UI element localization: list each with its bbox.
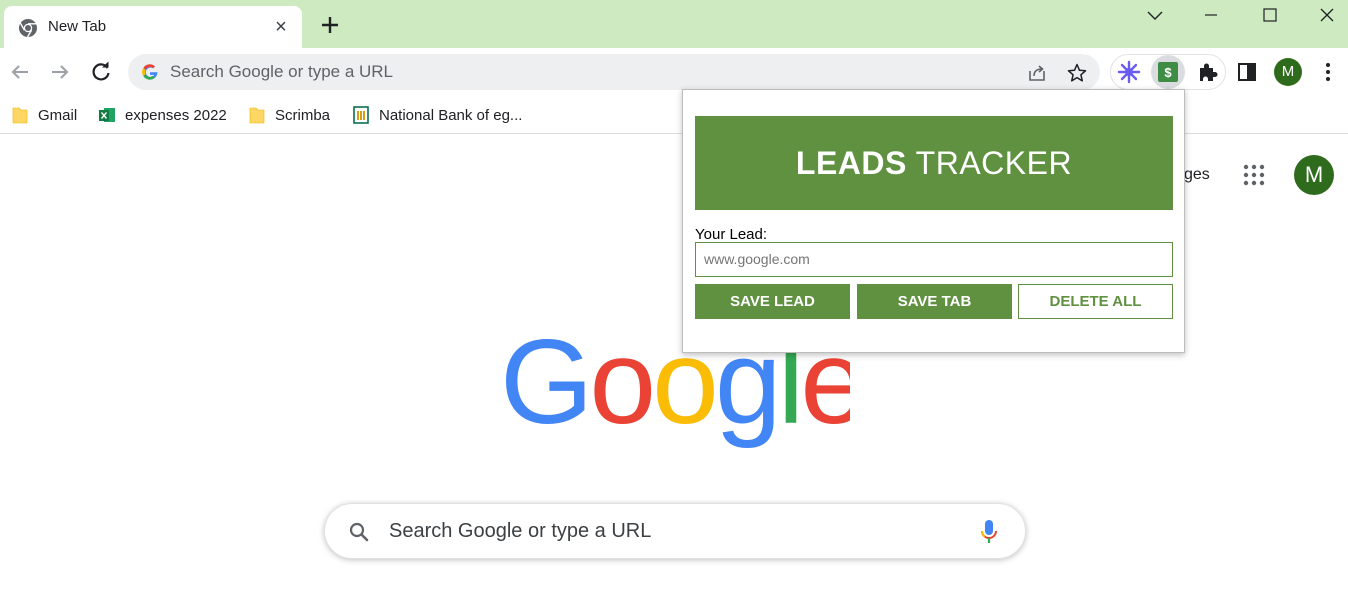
lead-input-label: Your Lead: — [695, 226, 768, 243]
save-lead-button[interactable]: SAVE LEAD — [695, 284, 850, 319]
search-placeholder: Search Google or type a URL — [389, 520, 652, 542]
folder-icon — [12, 107, 28, 124]
google-g-icon — [142, 64, 158, 80]
side-panel-icon[interactable] — [1234, 59, 1260, 85]
google-apps-icon[interactable] — [1242, 163, 1266, 187]
leads-tracker-popup: LEADS TRACKER Your Lead: www.google.com … — [682, 89, 1185, 353]
bookmark-label: Gmail — [38, 106, 78, 124]
snowflake-extension-icon[interactable] — [1116, 59, 1142, 85]
chrome-icon — [19, 19, 37, 38]
lead-input[interactable]: www.google.com — [695, 242, 1173, 277]
popup-title-bold: LEADS — [795, 145, 907, 181]
bank-icon — [353, 106, 369, 124]
reload-icon[interactable] — [87, 58, 115, 86]
folder-icon — [249, 107, 265, 124]
tab-strip: New Tab × — [0, 0, 1348, 48]
save-tab-button[interactable]: SAVE TAB — [857, 284, 1012, 319]
bookmark-label: expenses 2022 — [125, 106, 227, 124]
tab-title: New Tab — [48, 18, 107, 35]
google-account-avatar[interactable]: M — [1294, 155, 1334, 195]
leads-tracker-dollar-icon: $ — [1158, 62, 1178, 82]
close-window-icon[interactable] — [1312, 4, 1342, 28]
microphone-icon[interactable] — [977, 518, 1001, 546]
extensions-puzzle-icon[interactable] — [1195, 59, 1221, 85]
excel-icon — [99, 108, 115, 122]
address-bar-placeholder: Search Google or type a URL — [170, 62, 394, 81]
tab-new-tab[interactable]: New Tab × — [4, 6, 302, 48]
tab-search-chevron-icon[interactable] — [1140, 4, 1170, 28]
images-link[interactable]: ges — [1184, 166, 1210, 184]
close-tab-icon[interactable]: × — [270, 16, 292, 38]
popup-title-light: TRACKER — [915, 145, 1073, 181]
bookmark-national-bank[interactable]: National Bank of eg... — [353, 103, 522, 127]
new-tab-button[interactable] — [318, 13, 342, 37]
back-icon[interactable] — [6, 58, 34, 86]
google-search-box[interactable]: Search Google or type a URL — [324, 503, 1026, 559]
bookmark-star-icon[interactable] — [1066, 62, 1088, 84]
bookmark-scrimba[interactable]: Scrimba — [249, 103, 330, 127]
bookmark-expenses-2022[interactable]: expenses 2022 — [99, 103, 227, 127]
bookmark-label: National Bank of eg... — [379, 106, 523, 124]
popup-title: LEADS TRACKER — [695, 116, 1173, 210]
delete-all-button[interactable]: DELETE ALL — [1018, 284, 1173, 319]
address-bar[interactable]: Search Google or type a URL — [128, 54, 1100, 90]
profile-avatar[interactable]: M — [1274, 58, 1302, 86]
forward-icon[interactable] — [46, 58, 74, 86]
maximize-icon[interactable] — [1255, 4, 1285, 28]
minimize-icon[interactable] — [1196, 4, 1226, 28]
search-icon — [349, 522, 369, 542]
bookmark-gmail[interactable]: Gmail — [12, 103, 77, 127]
kebab-menu-icon[interactable] — [1315, 59, 1341, 85]
bookmark-label: Scrimba — [275, 106, 331, 124]
share-icon[interactable] — [1026, 62, 1048, 84]
svg-text:$: $ — [1164, 65, 1172, 80]
